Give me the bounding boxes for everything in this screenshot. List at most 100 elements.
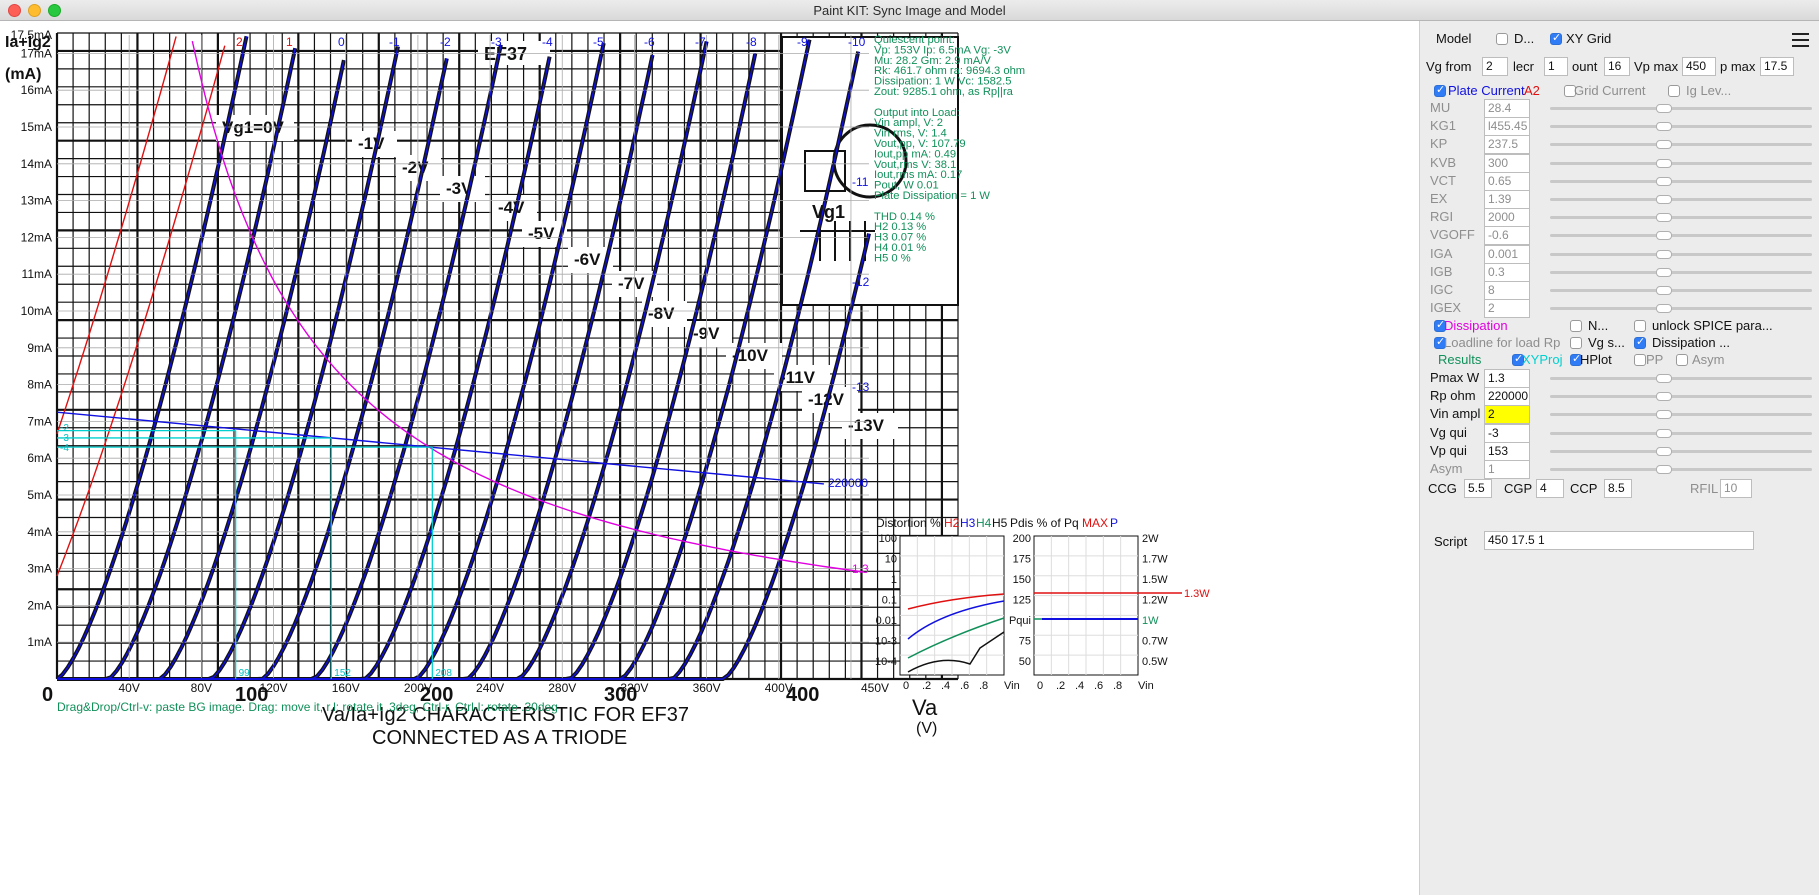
param-slider-vct-track[interactable] (1550, 179, 1812, 183)
param-slider-mu-knob[interactable] (1656, 104, 1672, 113)
param-slider-igex-track[interactable] (1550, 307, 1812, 311)
param-field-vgoff[interactable]: -0.6 (1484, 226, 1530, 246)
param-slider-vgoff-track[interactable] (1550, 234, 1812, 238)
param-slider-rgi-track[interactable] (1550, 216, 1812, 220)
param-slider-kg1-knob[interactable] (1656, 122, 1672, 132)
model-curve (57, 233, 870, 680)
menu-icon[interactable] (1792, 33, 1809, 51)
background-datasheet-image[interactable]: Vg1=0V-1V-2V-3V-4V-5V-6V-7V-8V-9V-10V-11… (5, 32, 959, 749)
cgp-field[interactable]: 4 (1536, 479, 1564, 498)
loadparam-field-5[interactable]: 1 (1484, 460, 1530, 479)
ig-lev-checkbox[interactable] (1668, 85, 1680, 97)
param-field-vct[interactable]: 0.65 (1484, 171, 1530, 191)
loadparam-slider-1-track[interactable] (1550, 395, 1812, 399)
asym-label: Asym (1692, 352, 1725, 367)
n-checkbox[interactable] (1570, 320, 1582, 332)
script-field[interactable]: 450 17.5 1 (1484, 531, 1754, 550)
distortion-x-tick: 0 (903, 680, 909, 692)
vpmax-field[interactable]: 450 (1682, 57, 1716, 76)
loadparam-slider-1-knob[interactable] (1656, 392, 1672, 402)
pdis-x-tick: 0 (1037, 680, 1043, 692)
param-field-kvb[interactable]: 300 (1484, 153, 1530, 173)
distortion-x-tick: .4 (941, 680, 950, 692)
param-field-ex[interactable]: 1.39 (1484, 190, 1530, 209)
d-checkbox[interactable] (1496, 33, 1508, 45)
loadparam-field-4[interactable]: 153 (1484, 441, 1530, 461)
param-slider-ex-knob[interactable] (1656, 195, 1672, 204)
pdis-right-tick: 2W (1142, 533, 1159, 545)
param-slider-rgi-knob[interactable] (1656, 213, 1672, 223)
loadparam-slider-4-knob[interactable] (1656, 446, 1672, 456)
bg-curve-label: -8V (648, 304, 675, 323)
asym-checkbox[interactable] (1676, 354, 1688, 366)
distortion-x-tick: .8 (979, 680, 988, 692)
distortion-x-tick: .2 (922, 680, 931, 692)
param-label-mu: MU (1430, 100, 1451, 115)
decr-field[interactable]: 1 (1544, 57, 1568, 76)
param-slider-igex-knob[interactable] (1656, 304, 1672, 314)
pdis-x-tick: Vin (1138, 680, 1154, 692)
param-field-kg1[interactable]: l455.45 (1484, 117, 1530, 137)
loadparam-slider-5-track[interactable] (1550, 468, 1812, 471)
ccp-field[interactable]: 8.5 (1604, 479, 1632, 498)
param-slider-vgoff-knob[interactable] (1656, 231, 1672, 241)
y-tick-label: 17.5mA (11, 28, 52, 42)
param-slider-kp-knob[interactable] (1656, 140, 1672, 150)
param-slider-iga-track[interactable] (1550, 252, 1812, 256)
param-slider-igb-track[interactable] (1550, 270, 1812, 274)
param-field-igb[interactable]: 0.3 (1484, 262, 1530, 282)
plate-current-checkbox[interactable] (1434, 83, 1446, 97)
loadparam-slider-0-track[interactable] (1550, 377, 1812, 380)
loadparam-slider-5-knob[interactable] (1656, 465, 1672, 474)
param-field-kp[interactable]: 237.5 (1484, 135, 1530, 155)
loadparam-slider-3-track[interactable] (1550, 431, 1812, 435)
xygrid-checkbox[interactable] (1550, 31, 1562, 45)
loadparam-field-0[interactable]: 1.3 (1484, 369, 1530, 388)
param-field-igex[interactable]: 2 (1484, 299, 1530, 319)
ccg-field[interactable]: 5.5 (1464, 479, 1492, 498)
bg-characteristic-curve (57, 59, 346, 681)
plot-svg[interactable]: Vg1=0V-1V-2V-3V-4V-5V-6V-7V-8V-9V-10V-11… (0, 21, 1419, 895)
pp-checkbox[interactable] (1634, 354, 1646, 366)
param-slider-igb-knob[interactable] (1656, 267, 1672, 277)
param-slider-iga-knob[interactable] (1656, 249, 1672, 259)
param-slider-kvb-track[interactable] (1550, 161, 1812, 165)
param-slider-igc-track[interactable] (1550, 289, 1812, 292)
plot-canvas[interactable]: Vg1=0V -1V -2V -3V -4V -5V -6V -7V -8V -9V -10V -11… (0, 21, 1419, 895)
bg-curve-label: -6V (574, 250, 601, 269)
param-slider-igc-knob[interactable] (1656, 286, 1672, 295)
bg-x-tick: 0 (42, 684, 53, 706)
param-slider-kg1-track[interactable] (1550, 125, 1812, 129)
vpmax-label: Vp max (1634, 59, 1679, 74)
loadparam-field-2[interactable]: 2 (1484, 405, 1530, 425)
pdis-x-tick: .4 (1075, 680, 1084, 692)
param-field-mu[interactable]: 28.4 (1484, 99, 1530, 118)
vg-s-checkbox[interactable] (1570, 337, 1582, 349)
param-slider-kp-track[interactable] (1550, 143, 1812, 147)
rfil-field[interactable]: 10 (1720, 479, 1752, 498)
param-slider-kvb-knob[interactable] (1656, 158, 1672, 168)
n-label: N... (1588, 318, 1609, 333)
ipmax-field[interactable]: 17.5 (1760, 57, 1794, 76)
unlock-spice-checkbox[interactable] (1634, 320, 1646, 332)
param-slider-mu-track[interactable] (1550, 107, 1812, 110)
count-field[interactable]: 16 (1604, 57, 1630, 76)
vg-from-field[interactable]: 2 (1482, 57, 1508, 76)
loadparam-slider-2-track[interactable] (1550, 413, 1812, 417)
loadparam-slider-3-knob[interactable] (1656, 428, 1672, 438)
info-line: H5 0 % (874, 252, 911, 264)
pdis-left-tick: Pqui (1009, 615, 1031, 627)
loadparam-field-1[interactable]: 220000 (1484, 387, 1530, 407)
param-field-igc[interactable]: 8 (1484, 281, 1530, 300)
param-slider-vct-knob[interactable] (1656, 176, 1672, 186)
pdis-x-tick: .6 (1094, 680, 1103, 692)
param-slider-ex-track[interactable] (1550, 198, 1812, 201)
loadparam-slider-0-knob[interactable] (1656, 374, 1672, 383)
param-field-iga[interactable]: 0.001 (1484, 244, 1530, 264)
param-field-rgi[interactable]: 2000 (1484, 208, 1530, 228)
dissipation2-checkbox[interactable] (1634, 335, 1646, 349)
param-label-ex: EX (1430, 191, 1448, 206)
loadparam-slider-4-track[interactable] (1550, 449, 1812, 453)
loadparam-slider-2-knob[interactable] (1656, 410, 1672, 420)
loadparam-field-3[interactable]: -3 (1484, 423, 1530, 443)
